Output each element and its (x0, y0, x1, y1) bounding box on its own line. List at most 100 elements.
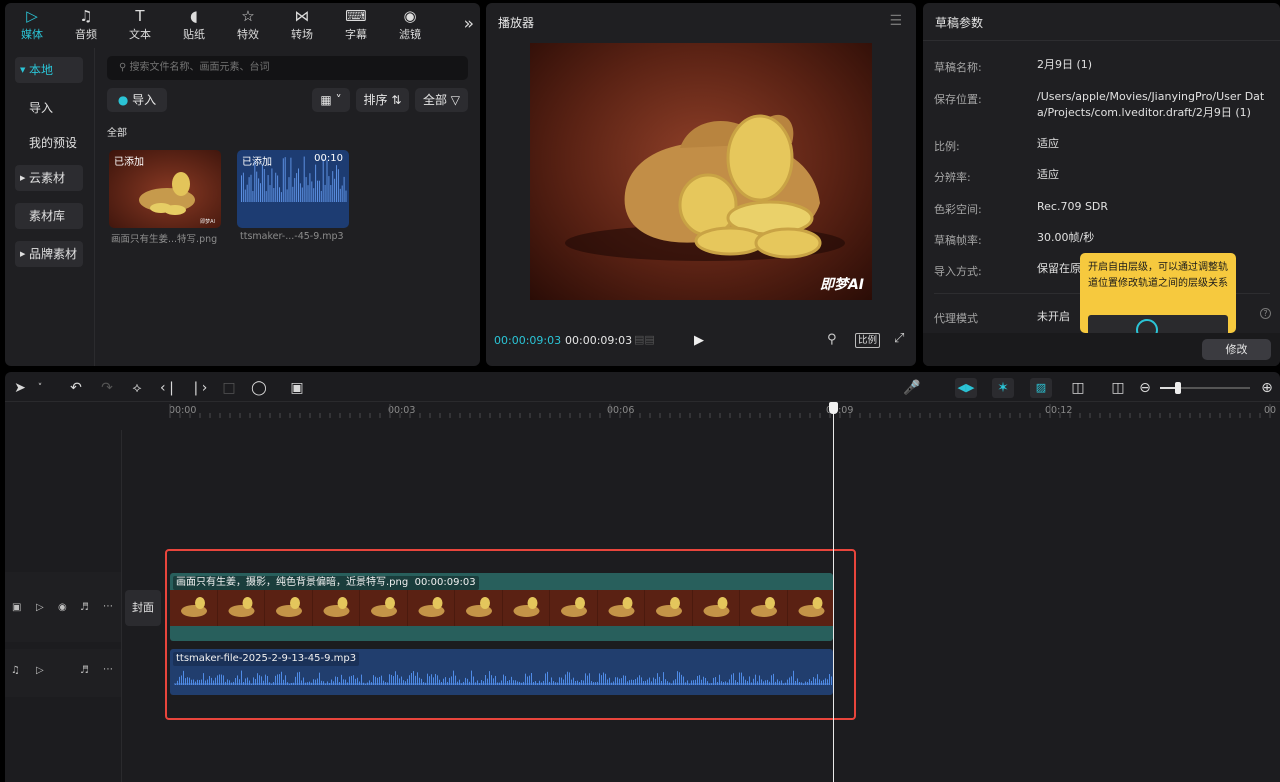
playhead-handle[interactable] (829, 402, 838, 414)
more-icon[interactable]: ⋯ (103, 664, 113, 675)
zoom-slider-handle[interactable] (1175, 382, 1181, 394)
split-left-icon[interactable]: ‹❘ (160, 378, 177, 398)
added-tag: 已添加 (242, 157, 272, 168)
frame-rate-label: 草稿帧率: (934, 234, 982, 247)
video-track-icon: ▣ (12, 602, 22, 613)
waveform-bar (282, 158, 284, 202)
waveform-bar (279, 187, 280, 202)
preview-axis-icon[interactable]: ◫ (1069, 378, 1087, 398)
tab-media[interactable]: ▷ 媒体 (5, 3, 59, 45)
divider (5, 401, 1280, 402)
waveform-bar (273, 187, 275, 202)
tab-effects[interactable]: ☆ 特效 (221, 3, 275, 45)
waveform-bar (277, 175, 279, 202)
waveform-bar (307, 185, 309, 202)
import-mode-value: 保留在原 (1037, 262, 1081, 275)
lock-icon[interactable]: ▷ (36, 665, 44, 676)
select-cursor-icon[interactable]: ➤ (13, 378, 27, 398)
zoom-in-icon[interactable]: ⊕ (1259, 378, 1275, 398)
draft-params-panel: 草稿参数 草稿名称: 2月9日 (1) 保存位置: /Users/apple/M… (923, 3, 1280, 366)
zoom-preview-icon[interactable]: ⚲ (827, 332, 837, 347)
waveform-bar (322, 158, 324, 202)
tab-transition[interactable]: ⋈ 转场 (275, 3, 329, 45)
main-track-magnet-icon[interactable]: ◀▶ (955, 378, 977, 398)
cover-button[interactable]: 封面 (125, 590, 161, 626)
waveform-bar (286, 189, 288, 202)
sort-button[interactable]: 排序 ⇅ (356, 88, 409, 112)
help-icon[interactable]: ? (1260, 308, 1271, 319)
tab-audio[interactable]: ♫ 音频 (59, 3, 113, 45)
waveform-bar (242, 172, 244, 202)
grid-icon: ▦ ˅ (320, 93, 342, 107)
waveform-bar (332, 171, 334, 202)
media-item-audio[interactable]: 已添加 00:10 (237, 150, 349, 228)
volume-icon[interactable]: ♬ (80, 602, 89, 613)
timeline-panel: ➤ ˅ ↶ ↷ ⟡ ‹❘ ❘› □ ◯ ▣ 🎤 ◀▶ ✶ ▨ ◫ ◫ ⊖ ⊕ 0… (5, 372, 1280, 782)
import-button[interactable]: ● 导入 (107, 88, 167, 112)
search-input[interactable]: ⚲ 搜索文件名称、画面元素、台词 (107, 56, 468, 80)
chevron-down-icon[interactable]: ˅ (35, 378, 45, 398)
waveform-bar (317, 180, 318, 202)
sidebar-item-presets[interactable]: 我的预设 (15, 130, 83, 156)
tab-filter[interactable]: ◉ 滤镜 (383, 3, 437, 45)
search-icon: ⚲ (119, 62, 127, 73)
hint-cursor-icon (1136, 319, 1158, 333)
zoom-out-icon[interactable]: ⊖ (1137, 378, 1153, 398)
player-title: 播放器 (498, 16, 535, 30)
waveform-bar (318, 180, 320, 202)
modify-button[interactable]: 修改 (1202, 339, 1271, 360)
waveform-bar (260, 183, 261, 202)
tab-sticker[interactable]: ◖ 贴纸 (167, 3, 221, 45)
more-tabs-icon[interactable]: » (464, 14, 474, 34)
waveform-bar (246, 184, 248, 202)
microphone-icon[interactable]: 🎤 (903, 378, 920, 398)
resolution-label: 分辨率: (934, 171, 971, 184)
effects-icon: ☆ (241, 6, 255, 25)
tab-subtitle[interactable]: ⌨ 字幕 (329, 3, 383, 45)
waveform-bar (305, 177, 307, 202)
lock-icon[interactable]: ▷ (36, 602, 44, 613)
media-item-image[interactable]: 已添加 即梦AI (109, 150, 221, 228)
video-watermark: 即梦AI (819, 277, 864, 293)
group-label: 全部 (107, 128, 127, 139)
fit-timeline-icon[interactable]: ◫ (1109, 378, 1127, 398)
auto-cut-icon[interactable]: ▣ (288, 378, 306, 398)
undo-icon[interactable]: ↶ (68, 378, 84, 398)
waveform-bar (271, 168, 273, 202)
list-icon[interactable]: ▤▤ (634, 333, 655, 346)
split-icon[interactable]: ⟡ (129, 378, 145, 398)
fullscreen-icon[interactable]: ⤢ (894, 331, 904, 346)
waveform-bar (288, 177, 290, 202)
sidebar-item-import[interactable]: 导入 (15, 95, 83, 121)
waveform-bar (313, 188, 315, 202)
redo-icon: ↷ (101, 380, 113, 396)
waveform-bar (263, 169, 265, 202)
waveform-bar (343, 176, 345, 202)
volume-icon[interactable]: ♬ (80, 665, 89, 676)
sidebar-item-local[interactable]: ▼ 本地 (15, 57, 83, 83)
eye-icon[interactable]: ◉ (58, 602, 67, 613)
ratio-button[interactable]: 比例 (855, 333, 881, 348)
menu-icon[interactable]: ☰ (889, 13, 902, 29)
split-right-icon[interactable]: ❘› (190, 378, 207, 398)
play-icon[interactable]: ▶ (694, 333, 704, 348)
added-tag: 已添加 (114, 157, 144, 168)
sidebar-item-brand[interactable]: ▶ 品牌素材 (15, 241, 83, 267)
sidebar-item-cloud[interactable]: ▶ 云素材 (15, 165, 83, 191)
waveform-bar (337, 169, 339, 202)
sidebar-item-library[interactable]: 素材库 (15, 203, 83, 229)
zoom-slider[interactable] (1160, 382, 1250, 394)
more-icon[interactable]: ⋯ (103, 601, 113, 612)
waveform-bar (250, 174, 252, 202)
save-location-value: /Users/apple/Movies/JianyingPro/User Dat… (1037, 90, 1265, 119)
waveform-bar (345, 190, 347, 202)
filter-button[interactable]: 全部 ▽ (415, 88, 468, 112)
caret-down-icon: ▼ (20, 66, 26, 74)
auto-snap-icon[interactable]: ✶ (992, 378, 1014, 398)
video-preview[interactable]: 即梦AI (530, 43, 872, 300)
tab-text[interactable]: T 文本 (113, 3, 167, 45)
view-mode-button[interactable]: ▦ ˅ (312, 88, 350, 112)
mark-icon[interactable]: ◯ (251, 378, 267, 398)
linkage-icon[interactable]: ▨ (1030, 378, 1052, 398)
waveform-bar (339, 188, 341, 202)
